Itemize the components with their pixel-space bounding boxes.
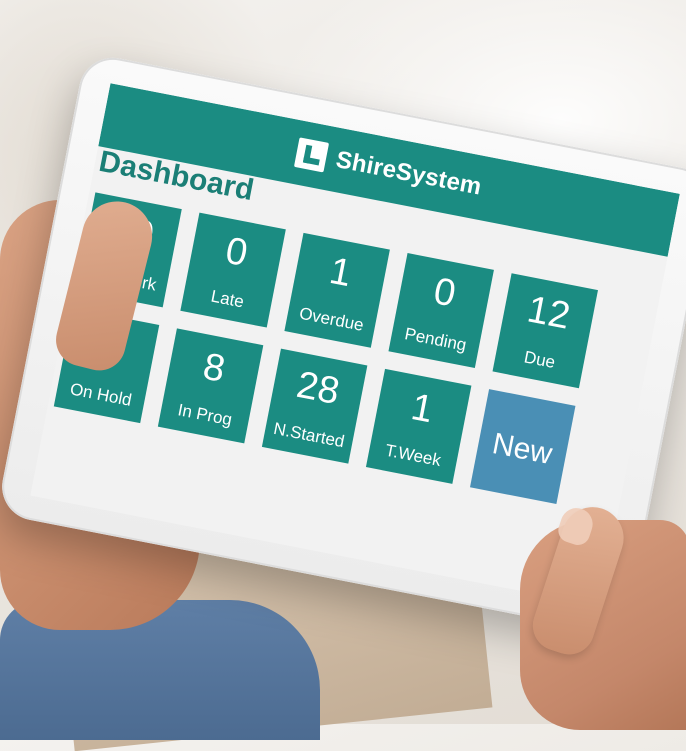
tile-value: 28 [293, 363, 343, 414]
tile-value: 1 [407, 386, 437, 432]
tile-pending[interactable]: 0 Pending [388, 253, 494, 369]
tile-this-week[interactable]: 1 T.Week [365, 368, 472, 484]
tile-overdue[interactable]: 1 Overdue [284, 232, 390, 348]
new-button[interactable]: New [470, 389, 576, 505]
tile-label: N.Started [271, 418, 347, 452]
tile-value: 8 [199, 345, 229, 391]
tile-label: Late [209, 286, 246, 312]
tile-in-prog[interactable]: 8 In Prog [157, 328, 264, 444]
tile-value: 12 [523, 288, 574, 338]
brand-name: ShireSystem [333, 145, 484, 201]
tile-label: On Hold [68, 379, 134, 410]
shiresystem-logo-icon [294, 137, 330, 173]
new-button-label: New [489, 427, 555, 471]
tile-label: In Prog [176, 400, 234, 430]
tile-not-started[interactable]: 28 N.Started [261, 348, 368, 464]
tile-value: 1 [326, 249, 355, 296]
tile-late[interactable]: 0 Late [180, 212, 286, 328]
tile-label: Overdue [297, 303, 366, 335]
tile-label: Pending [403, 324, 468, 355]
tile-label: Due [522, 347, 557, 373]
tile-value: 0 [430, 270, 460, 316]
tile-due[interactable]: 12 Due [492, 273, 598, 389]
tile-label: T.Week [383, 440, 443, 471]
tile-value: 0 [222, 229, 251, 276]
